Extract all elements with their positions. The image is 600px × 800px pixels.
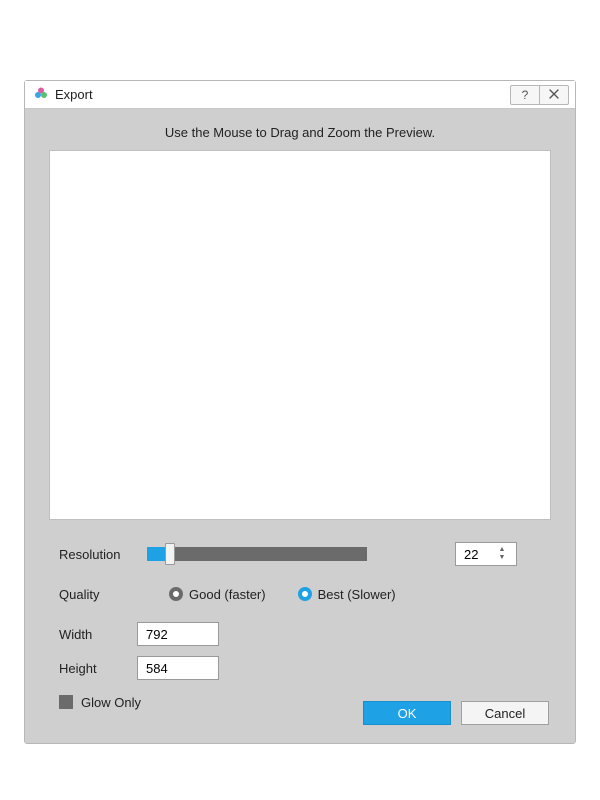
help-icon: ? [522, 88, 529, 102]
instruction-text: Use the Mouse to Drag and Zoom the Previ… [25, 109, 575, 150]
glow-only-label: Glow Only [81, 695, 141, 710]
radio-icon-selected [298, 587, 312, 601]
ok-button[interactable]: OK [363, 701, 451, 725]
close-button[interactable] [539, 85, 569, 105]
height-input[interactable] [137, 656, 219, 680]
export-dialog: Export ? Use the Mouse to Drag and Zoom … [24, 80, 576, 744]
quality-radio-best[interactable]: Best (Slower) [298, 587, 396, 602]
help-button[interactable]: ? [510, 85, 540, 105]
checkbox-icon [59, 695, 73, 709]
chevron-down-icon[interactable]: ▼ [499, 554, 506, 562]
glow-only-checkbox[interactable]: Glow Only [59, 695, 141, 710]
ok-button-label: OK [398, 706, 417, 721]
titlebar: Export ? [25, 81, 575, 109]
resolution-value-input[interactable] [456, 543, 494, 565]
cancel-button-label: Cancel [485, 706, 525, 721]
quality-good-label: Good (faster) [189, 587, 266, 602]
resolution-slider[interactable] [147, 547, 367, 561]
quality-label: Quality [59, 587, 147, 602]
slider-thumb[interactable] [165, 543, 175, 565]
width-label: Width [59, 627, 137, 642]
radio-icon [169, 587, 183, 601]
width-input[interactable] [137, 622, 219, 646]
spinner-buttons[interactable]: ▲ ▼ [494, 543, 510, 565]
dialog-body: Use the Mouse to Drag and Zoom the Previ… [25, 109, 575, 743]
close-icon [549, 88, 559, 102]
quality-best-label: Best (Slower) [318, 587, 396, 602]
chevron-up-icon[interactable]: ▲ [499, 546, 506, 554]
resolution-label: Resolution [59, 547, 147, 562]
height-label: Height [59, 661, 137, 676]
window-title: Export [55, 87, 93, 102]
cancel-button[interactable]: Cancel [461, 701, 549, 725]
quality-radio-good[interactable]: Good (faster) [169, 587, 266, 602]
preview-canvas[interactable] [49, 150, 551, 520]
resolution-spinner[interactable]: ▲ ▼ [455, 542, 517, 566]
app-icon [33, 85, 49, 104]
